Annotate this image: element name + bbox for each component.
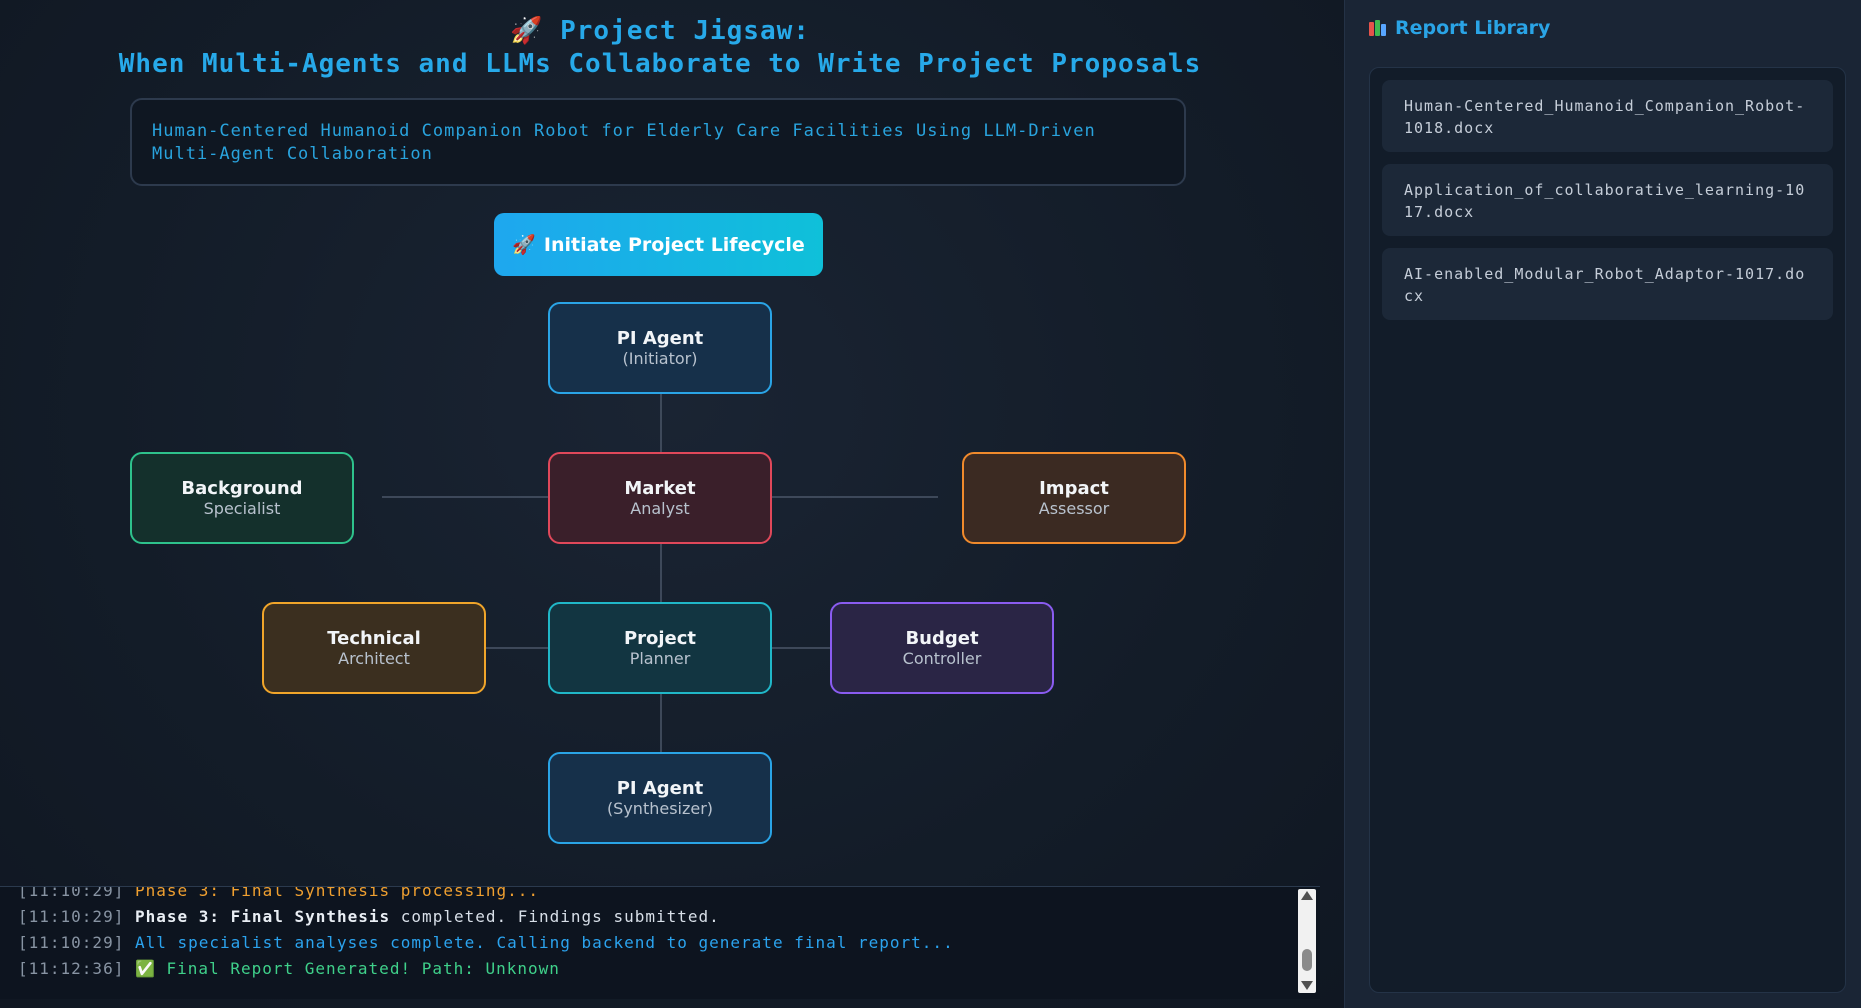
report-library-title: Report Library <box>1395 17 1551 39</box>
log-timestamp: [11:10:29] <box>18 907 125 926</box>
agent-node-impact-assessor[interactable]: Impact Assessor <box>962 452 1186 544</box>
agent-name: Technical <box>327 627 421 649</box>
agent-name: PI Agent <box>616 327 704 349</box>
agent-role: Planner <box>629 648 691 668</box>
check-icon: ✅ <box>134 959 156 978</box>
agent-name: Market <box>624 477 696 499</box>
agent-role: (Initiator) <box>622 348 698 368</box>
log-message: completed. Findings submitted. <box>390 907 720 926</box>
agent-name: Impact <box>1039 477 1109 499</box>
log-line: [11:10:29] Phase 3: Final Synthesis proc… <box>18 886 540 900</box>
activity-log[interactable]: [11:10:29] Phase 3: Final Synthesis proc… <box>0 886 1320 999</box>
agent-role: (Synthesizer) <box>606 798 714 818</box>
agent-diagram-connectors <box>382 394 938 752</box>
report-item[interactable]: AI-enabled_Modular_Robot_Adaptor-1017.do… <box>1382 248 1833 320</box>
log-line: [11:12:36] ✅ Final Report Generated! Pat… <box>18 959 560 978</box>
log-scrollbar[interactable] <box>1298 889 1316 993</box>
log-timestamp: [11:10:29] <box>18 886 125 900</box>
log-timestamp: [11:10:29] <box>18 933 125 952</box>
report-item[interactable]: Application_of_collaborative_learning-10… <box>1382 164 1833 236</box>
report-item[interactable]: Human-Centered_Humanoid_Companion_Robot-… <box>1382 80 1833 152</box>
log-line: [11:10:29] All specialist analyses compl… <box>18 933 954 952</box>
agent-node-project-planner[interactable]: Project Planner <box>548 602 772 694</box>
agent-name: Background <box>181 477 303 499</box>
agent-node-technical-architect[interactable]: Technical Architect <box>262 602 486 694</box>
log-line: [11:10:29] Phase 3: Final Synthesis comp… <box>18 907 720 926</box>
report-library-sidebar: Report Library Human-Centered_Humanoid_C… <box>1344 0 1861 1008</box>
agent-role: Assessor <box>1038 498 1110 518</box>
log-timestamp: [11:12:36] <box>18 959 125 978</box>
agent-name: Budget <box>905 627 979 649</box>
log-message: All specialist analyses complete. Callin… <box>134 933 954 952</box>
agent-role: Architect <box>338 648 410 668</box>
scroll-down-arrow-icon[interactable] <box>1301 981 1313 990</box>
initiate-lifecycle-button[interactable]: 🚀 Initiate Project Lifecycle <box>494 213 823 276</box>
agent-role: Specialist <box>203 498 281 518</box>
agent-node-budget-controller[interactable]: Budget Controller <box>830 602 1054 694</box>
rocket-icon: 🚀 <box>512 234 536 256</box>
log-message: Phase 3: Final Synthesis processing... <box>134 886 540 900</box>
agent-name: Project <box>623 627 697 649</box>
agent-node-background-specialist[interactable]: Background Specialist <box>130 452 354 544</box>
initiate-lifecycle-label: Initiate Project Lifecycle <box>543 233 805 256</box>
scrollbar-thumb[interactable] <box>1302 949 1312 971</box>
log-phase-label: Phase 3: Final Synthesis <box>134 907 391 926</box>
scroll-up-arrow-icon[interactable] <box>1301 891 1313 900</box>
log-message: Final Report Generated! Path: Unknown <box>155 959 560 978</box>
agent-node-pi-synthesizer[interactable]: PI Agent (Synthesizer) <box>548 752 772 844</box>
main-panel: 🚀 Project Jigsaw: When Multi-Agents and … <box>0 0 1344 1008</box>
report-library-header: Report Library <box>1369 17 1550 39</box>
agent-role: Analyst <box>630 498 690 518</box>
agent-name: PI Agent <box>616 777 704 799</box>
books-icon <box>1369 20 1387 36</box>
agent-role: Controller <box>902 648 982 668</box>
report-list: Human-Centered_Humanoid_Companion_Robot-… <box>1369 67 1846 993</box>
agent-node-market-analyst[interactable]: Market Analyst <box>548 452 772 544</box>
agent-node-pi-initiator[interactable]: PI Agent (Initiator) <box>548 302 772 394</box>
